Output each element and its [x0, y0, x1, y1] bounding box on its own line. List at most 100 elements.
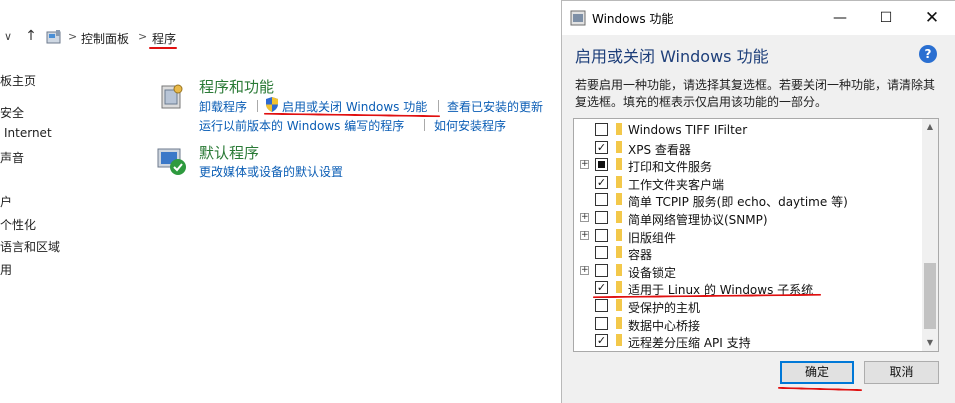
default-programs-title[interactable]: 默认程序	[199, 142, 259, 163]
link-separator	[424, 119, 425, 131]
feature-checkbox[interactable]	[595, 316, 608, 330]
folder-icon	[616, 263, 622, 276]
folder-icon	[616, 228, 622, 241]
nav-item-internet[interactable]: Internet	[4, 126, 52, 140]
link-separator	[438, 100, 439, 112]
feature-row[interactable]: + 简单网络管理协议(SNMP)	[574, 209, 924, 227]
folder-icon	[616, 175, 622, 188]
close-button[interactable]: ✕	[909, 1, 955, 35]
address-bar: ∨ ↑ > 控制面板 > 程序	[0, 26, 560, 50]
folder-icon	[616, 281, 622, 294]
expand-icon[interactable]: +	[580, 230, 589, 240]
feature-row[interactable]: + 打印和文件服务	[574, 156, 924, 174]
feature-label: 远程差分压缩 API 支持	[628, 336, 751, 351]
dialog-titlebar[interactable]: Windows 功能 — ☐ ✕	[562, 1, 955, 35]
breadcrumb-programs[interactable]: 程序	[152, 30, 176, 47]
up-arrow-icon[interactable]: ↑	[22, 28, 40, 46]
scroll-thumb[interactable]	[924, 263, 936, 329]
cancel-button[interactable]: 取消	[864, 361, 939, 384]
feature-checkbox[interactable]	[595, 158, 608, 172]
feature-label: Windows TIFF IFilter	[628, 123, 748, 137]
feature-checkbox[interactable]: ✓	[595, 140, 608, 154]
feature-label: 数据中心桥接	[628, 318, 701, 333]
folder-icon	[616, 123, 622, 135]
chevron-down-icon[interactable]: ∨	[4, 30, 12, 43]
expand-icon[interactable]: +	[580, 160, 589, 170]
shield-icon	[266, 97, 278, 112]
folder-icon	[616, 334, 622, 347]
dialog-description: 若要启用一种功能，请选择其复选框。若要关闭一种功能，请清除其复选框。填充的框表示…	[575, 78, 936, 109]
feature-label: 简单 TCPIP 服务(即 echo、daytime 等)	[628, 195, 848, 210]
features-list[interactable]: Windows TIFF IFilter ✓ XPS 查看器 + 打印和文件服务 ✓ 工作文…	[573, 118, 939, 352]
list-scrollbar[interactable]: ▲ ▼	[922, 119, 938, 351]
feature-label: 受保护的主机	[628, 301, 701, 315]
feature-label: 工作文件夹客户端	[628, 177, 725, 192]
expand-icon[interactable]: +	[580, 265, 589, 275]
folder-icon	[616, 140, 622, 153]
help-icon[interactable]: ?	[919, 45, 937, 63]
folder-icon	[616, 193, 622, 206]
annotation-underline	[149, 47, 177, 49]
breadcrumb-separator: >	[68, 30, 78, 43]
nav-item-security[interactable]: 安全	[0, 104, 24, 121]
folder-icon	[616, 211, 622, 223]
feature-checkbox[interactable]	[595, 299, 608, 312]
feature-label: 旧版组件	[628, 230, 677, 245]
control-panel-icon	[46, 30, 61, 44]
maximize-button[interactable]: ☐	[863, 1, 909, 35]
minimize-button[interactable]: —	[817, 1, 863, 35]
how-to-install-link[interactable]: 如何安装程序	[434, 117, 506, 134]
feature-row[interactable]: Windows TIFF IFilter	[574, 121, 924, 139]
nav-item-personalization[interactable]: 个性化	[0, 216, 36, 233]
folder-icon	[616, 246, 622, 259]
feature-checkbox[interactable]	[595, 228, 608, 242]
folder-icon	[616, 299, 622, 311]
feature-row[interactable]: + 设备锁定	[574, 262, 924, 280]
view-installed-updates-link[interactable]: 查看已安装的更新	[447, 98, 543, 115]
feature-row[interactable]: ✓ 远程差分压缩 API 支持	[574, 332, 924, 350]
feature-label: 容器	[628, 248, 653, 263]
feature-label: 简单网络管理协议(SNMP)	[628, 213, 768, 227]
scroll-up-icon[interactable]: ▲	[922, 119, 938, 135]
breadcrumb-control-panel[interactable]: 控制面板	[81, 30, 129, 47]
feature-checkbox[interactable]	[595, 193, 608, 207]
feature-label: XPS 查看器	[628, 142, 691, 157]
nav-item-accounts[interactable]: 户	[0, 193, 12, 210]
feature-checkbox[interactable]: ✓	[595, 334, 608, 348]
feature-row[interactable]: + 旧版组件	[574, 227, 924, 245]
breadcrumb-separator: >	[138, 30, 148, 43]
feature-label: 打印和文件服务	[628, 160, 713, 175]
run-older-programs-link[interactable]: 运行以前版本的 Windows 编写的程序	[199, 117, 404, 134]
feature-checkbox[interactable]: ✓	[595, 281, 608, 295]
feature-row[interactable]: 受保护的主机	[574, 297, 924, 315]
default-programs-icon	[157, 148, 186, 175]
feature-row[interactable]: 简单 TCPIP 服务(即 echo、daytime 等)	[574, 191, 924, 209]
feature-row[interactable]: 容器	[574, 244, 924, 262]
feature-checkbox[interactable]	[595, 246, 608, 260]
programs-icon	[161, 84, 183, 109]
nav-item-home[interactable]: 板主页	[0, 72, 36, 89]
feature-label: 设备锁定	[628, 265, 677, 280]
feature-checkbox[interactable]	[595, 211, 608, 224]
feature-checkbox[interactable]	[595, 123, 608, 136]
feature-checkbox[interactable]	[595, 263, 608, 277]
dialog-heading: 启用或关闭 Windows 功能	[575, 47, 769, 66]
folder-icon	[616, 158, 622, 171]
link-separator	[257, 100, 258, 112]
folder-icon	[616, 316, 622, 329]
feature-row[interactable]: 数据中心桥接	[574, 315, 924, 333]
windows-features-icon	[570, 10, 586, 26]
change-media-defaults-link[interactable]: 更改媒体或设备的默认设置	[199, 163, 343, 180]
dialog-title: Windows 功能	[592, 12, 674, 26]
ok-button[interactable]: 确定	[780, 361, 854, 384]
feature-row[interactable]: ✓ 工作文件夹客户端	[574, 174, 924, 192]
feature-row[interactable]: ✓ XPS 查看器	[574, 139, 924, 157]
expand-icon[interactable]: +	[580, 213, 589, 222]
programs-features-title[interactable]: 程序和功能	[199, 76, 274, 97]
nav-item-language-region[interactable]: 语言和区域	[0, 238, 60, 255]
nav-item-sound[interactable]: 声音	[0, 149, 24, 166]
nav-item-apps[interactable]: 用	[0, 261, 12, 278]
uninstall-program-link[interactable]: 卸载程序	[199, 98, 247, 115]
feature-checkbox[interactable]: ✓	[595, 175, 608, 189]
scroll-down-icon[interactable]: ▼	[922, 335, 938, 351]
